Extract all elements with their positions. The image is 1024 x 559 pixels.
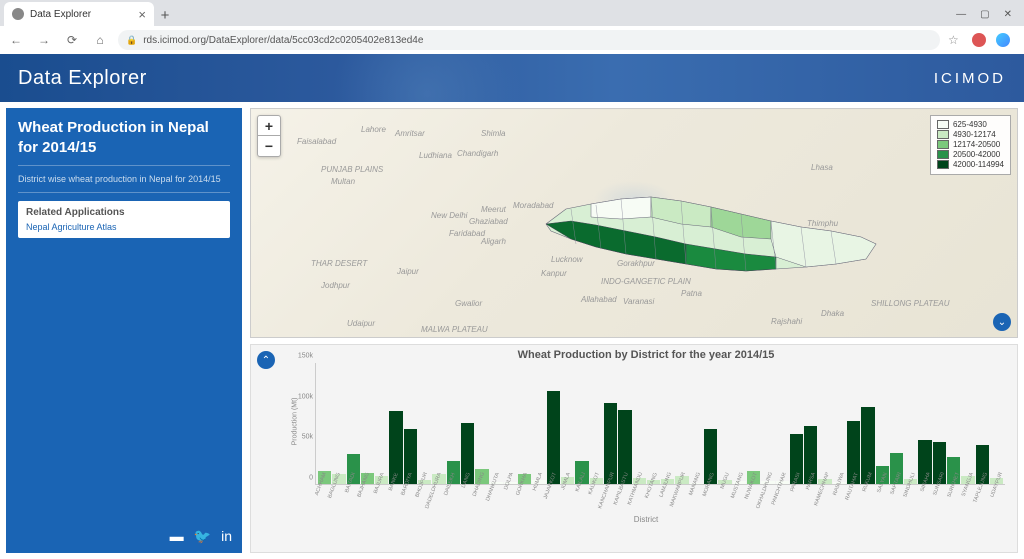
profile-icon[interactable] [996, 33, 1010, 47]
zoom-control: + − [257, 115, 281, 157]
y-tick: 50k [302, 434, 313, 441]
content-area: Wheat Production in Nepal for 2014/15 Di… [0, 102, 1024, 559]
expand-chart-button[interactable]: ⌃ [257, 351, 275, 369]
legend-swatch [937, 120, 949, 129]
map-place-label: Ludhiana [419, 151, 452, 160]
reload-button[interactable]: ⟳ [62, 30, 82, 50]
y-tick: 150k [298, 353, 313, 360]
tab-title: Data Explorer [30, 9, 91, 20]
map-place-label: MALWA PLATEAU [421, 325, 488, 334]
map-place-label: Meerut [481, 205, 506, 214]
legend-row: 4930-12174 [937, 130, 1004, 139]
y-tick: 100k [298, 393, 313, 400]
back-button[interactable]: ← [6, 30, 26, 50]
maximize-button[interactable]: ▢ [980, 9, 989, 20]
browser-tab[interactable]: Data Explorer × [4, 2, 154, 26]
map-place-label: Lhasa [811, 163, 833, 172]
map-place-label: Lahore [361, 125, 386, 134]
chart-panel: ⌃ Wheat Production by District for the y… [250, 344, 1018, 553]
map-place-label: Rajshahi [771, 317, 802, 326]
forward-button[interactable]: → [34, 30, 54, 50]
legend-row: 20500-42000 [937, 150, 1004, 159]
x-axis-labels: ACHHAMBAGLUNGBAITADIBAJHANGBAJURABANKEBA… [315, 473, 1005, 513]
bookmark-icon[interactable]: ☆ [948, 33, 962, 47]
minimize-button[interactable]: — [956, 9, 966, 20]
url-field[interactable]: 🔒 rds.icimod.org/DataExplorer/data/5cc03… [118, 30, 940, 50]
legend-swatch [937, 160, 949, 169]
map-place-label: Amritsar [395, 129, 425, 138]
map-place-label: Multan [331, 177, 355, 186]
map-place-label: Udaipur [347, 319, 375, 328]
close-window-button[interactable]: ✕ [1004, 9, 1012, 20]
legend-swatch [937, 140, 949, 149]
chart-area: Production (Mt) 050k100k150k ACHHAMBAGLU… [291, 363, 1005, 513]
chart-title: Wheat Production by District for the yea… [283, 349, 1009, 361]
bar-plot [315, 363, 1005, 485]
map-place-label: Varanasi [623, 297, 654, 306]
legend-row: 12174-20500 [937, 140, 1004, 149]
url-text: rds.icimod.org/DataExplorer/data/5cc03cd… [143, 35, 423, 46]
window-controls: — ▢ ✕ [944, 3, 1024, 26]
extension-icons: ☆ [948, 33, 1018, 47]
map-place-label: Faisalabad [297, 137, 336, 146]
page-title: Wheat Production in Nepal for 2014/15 [18, 118, 230, 166]
twitter-icon[interactable]: 🐦 [194, 528, 211, 545]
y-tick: 0 [309, 475, 313, 482]
related-heading: Related Applications [26, 207, 222, 218]
legend-swatch [937, 150, 949, 159]
nepal-choropleth [541, 189, 881, 289]
map-place-label: Allahabad [581, 295, 617, 304]
y-axis: 050k100k150k [285, 363, 313, 485]
lock-icon: 🔒 [126, 35, 137, 46]
legend-label: 42000-114994 [953, 160, 1004, 169]
map-place-label: Ghaziabad [469, 217, 508, 226]
legend-label: 20500-42000 [953, 150, 1000, 159]
main-panel: Lahore Amritsar Faisalabad Ludhiana PUNJAB P… [250, 108, 1018, 553]
related-link[interactable]: Nepal Agriculture Atlas [26, 222, 222, 232]
legend-swatch [937, 130, 949, 139]
map-place-label: Gwalior [455, 299, 482, 308]
legend-label: 12174-20500 [953, 140, 1000, 149]
related-applications-box: Related Applications Nepal Agriculture A… [18, 201, 230, 238]
map-place-label: THAR DESERT [311, 259, 367, 268]
map-place-label: Aligarh [481, 237, 506, 246]
sidebar: Wheat Production in Nepal for 2014/15 Di… [6, 108, 242, 553]
map-panel[interactable]: Lahore Amritsar Faisalabad Ludhiana PUNJAB P… [250, 108, 1018, 338]
map-legend: 625-49304930-1217412174-2050020500-42000… [930, 115, 1011, 175]
map-place-label: Patna [681, 289, 702, 298]
map-place-label: New Delhi [431, 211, 467, 220]
map-place-label: Faridabad [449, 229, 485, 238]
chart-bar[interactable] [547, 391, 560, 484]
legend-row: 625-4930 [937, 120, 1004, 129]
app-title: Data Explorer [18, 67, 147, 90]
map-place-label: SHILLONG PLATEAU [871, 299, 950, 308]
map-place-label: Shimla [481, 129, 505, 138]
legend-label: 4930-12174 [953, 130, 996, 139]
map-place-label: Jodhpur [321, 281, 350, 290]
extension-icon[interactable] [972, 33, 986, 47]
map-place-label: PUNJAB PLAINS [321, 165, 383, 174]
legend-row: 42000-114994 [937, 160, 1004, 169]
page-subtitle: District wise wheat production in Nepal … [18, 174, 230, 193]
address-bar: ← → ⟳ ⌂ 🔒 rds.icimod.org/DataExplorer/da… [0, 26, 1024, 54]
social-links: ▬ 🐦 in [170, 528, 232, 545]
linkedin-icon[interactable]: in [221, 528, 232, 545]
map-place-label: Jaipur [397, 267, 419, 276]
logo: ICIMOD [934, 70, 1006, 87]
zoom-out-button[interactable]: − [258, 136, 280, 156]
browser-chrome: Data Explorer × + — ▢ ✕ ← → ⟳ ⌂ 🔒 rds.ic… [0, 0, 1024, 54]
tab-bar: Data Explorer × + — ▢ ✕ [0, 0, 1024, 26]
map-place-label: Dhaka [821, 309, 844, 318]
favicon-icon [12, 8, 24, 20]
home-button[interactable]: ⌂ [90, 30, 110, 50]
zoom-in-button[interactable]: + [258, 116, 280, 136]
close-icon[interactable]: × [138, 7, 146, 22]
new-tab-button[interactable]: + [154, 4, 176, 26]
x-axis-title: District [283, 515, 1009, 524]
collapse-map-button[interactable]: ⌄ [993, 313, 1011, 331]
map-place-label: Chandigarh [457, 149, 498, 158]
app-header: Data Explorer ICIMOD [0, 54, 1024, 102]
legend-label: 625-4930 [953, 120, 987, 129]
facebook-icon[interactable]: ▬ [170, 528, 184, 545]
